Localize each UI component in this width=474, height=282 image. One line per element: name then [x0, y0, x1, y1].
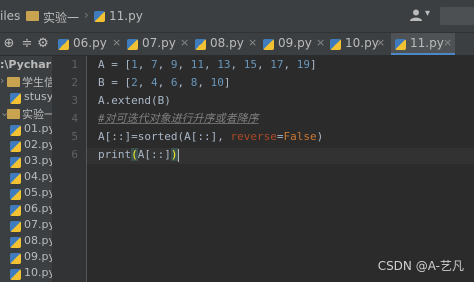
tab-label: 07.py — [142, 36, 176, 50]
python-file-icon — [58, 39, 69, 50]
run-config-button[interactable] — [440, 7, 474, 25]
line-number: 1 — [71, 58, 78, 71]
tab-label: 06.py — [73, 36, 107, 50]
tab-11[interactable]: 11.py × — [391, 33, 455, 55]
text-caret — [177, 148, 179, 162]
line-number: 2 — [71, 76, 78, 89]
code-line-2: B = [2, 4, 6, 8, 10] — [98, 76, 231, 89]
tree-label: stusys — [24, 90, 52, 103]
line-number: 5 — [71, 130, 78, 143]
code-editor[interactable]: A = [1, 7, 9, 11, 13, 15, 17, 19] B = [2… — [87, 56, 474, 282]
target-icon[interactable]: ⊕ — [0, 35, 18, 53]
python-file-icon — [395, 39, 406, 50]
tab-10[interactable]: 10.py × — [330, 33, 385, 55]
tree-label: 04.py — [24, 170, 52, 183]
tab-07[interactable]: 07.py × — [127, 33, 191, 55]
tree-label: 05.py — [24, 186, 52, 199]
close-icon[interactable]: × — [248, 36, 257, 49]
python-file-icon — [10, 157, 21, 168]
breadcrumb-file[interactable]: 11.py — [109, 9, 143, 23]
tab-08[interactable]: 08.py × — [195, 33, 259, 55]
breadcrumb-folder[interactable]: 实验一 — [43, 9, 79, 26]
python-file-icon — [127, 39, 138, 50]
close-icon[interactable]: × — [376, 36, 385, 49]
tree-label: 07.py — [24, 218, 52, 231]
tree-label: 01.py — [24, 122, 52, 135]
python-file-icon — [10, 93, 21, 104]
user-icon[interactable] — [409, 8, 423, 22]
python-file-icon — [10, 205, 21, 216]
watermark: CSDN @A-艺凡 — [377, 259, 464, 273]
python-file-icon — [10, 141, 21, 152]
folder-icon — [26, 11, 39, 21]
python-file-icon — [263, 39, 274, 50]
tree-label: 08.py — [24, 234, 52, 247]
code-line-1: A = [1, 7, 9, 11, 13, 15, 17, 19] — [98, 58, 317, 71]
tree-label: 10.py — [24, 266, 52, 279]
close-icon[interactable]: × — [443, 36, 452, 49]
line-number: 4 — [71, 112, 78, 125]
settings-icon[interactable]: ⚙ — [34, 35, 52, 53]
breadcrumb-separator: › — [84, 8, 89, 22]
tree-label: 03.py — [24, 154, 52, 167]
python-file-icon — [10, 237, 21, 248]
tree-label: 02.py — [24, 138, 52, 151]
line-number-gutter: 1 2 3 4 5 6 — [52, 56, 87, 282]
editor-tab-bar: ⊕ ≑ ⚙ 06.py × 07.py × 08.py × 09.py × 10… — [0, 33, 474, 56]
project-root[interactable]: :\Pycharm — [0, 58, 52, 74]
code-line-4: #对可迭代对象进行升序或者降序 — [98, 112, 259, 125]
tree-label: 实验一 — [22, 108, 52, 121]
tab-label: 11.py — [410, 36, 444, 50]
python-file-icon — [10, 125, 21, 136]
close-icon[interactable]: × — [112, 36, 121, 49]
tab-label: 09.py — [278, 36, 312, 50]
navigation-bar: iles › 实验一 › 11.py ▾ — [0, 0, 474, 33]
python-file-icon — [10, 173, 21, 184]
line-number: 6 — [71, 148, 78, 161]
tab-label: 08.py — [210, 36, 244, 50]
tab-06[interactable]: 06.py × — [58, 33, 126, 55]
tree-label: 06.py — [24, 202, 52, 215]
tab-label: 10.py — [345, 36, 379, 50]
line-number: 3 — [71, 94, 78, 107]
python-file-icon — [10, 189, 21, 200]
code-line-3: A.extend(B) — [98, 94, 171, 107]
tree-label: 09.py — [24, 250, 52, 263]
python-file-icon — [10, 221, 21, 232]
python-file-icon — [10, 269, 21, 280]
code-line-6: print(A[::]) — [98, 148, 179, 162]
close-icon[interactable]: × — [316, 36, 325, 49]
code-line-5: A[::]=sorted(A[::], reverse=False) — [98, 130, 324, 143]
python-file-icon — [10, 253, 21, 264]
folder-icon — [7, 77, 20, 87]
tab-09[interactable]: 09.py × — [263, 33, 327, 55]
python-file-icon — [330, 39, 341, 50]
folder-icon — [7, 109, 20, 119]
chevron-down-icon[interactable]: ▾ — [425, 8, 430, 19]
tree-label: 学生信息系 — [22, 76, 52, 89]
breadcrumb-separator: › — [16, 8, 21, 22]
python-file-icon — [94, 11, 105, 22]
close-icon[interactable]: × — [180, 36, 189, 49]
python-file-icon — [195, 39, 206, 50]
project-tree: :\Pycharm › 学生信息系 stusys ⌄ 实验一 01.py 02.… — [0, 56, 52, 282]
